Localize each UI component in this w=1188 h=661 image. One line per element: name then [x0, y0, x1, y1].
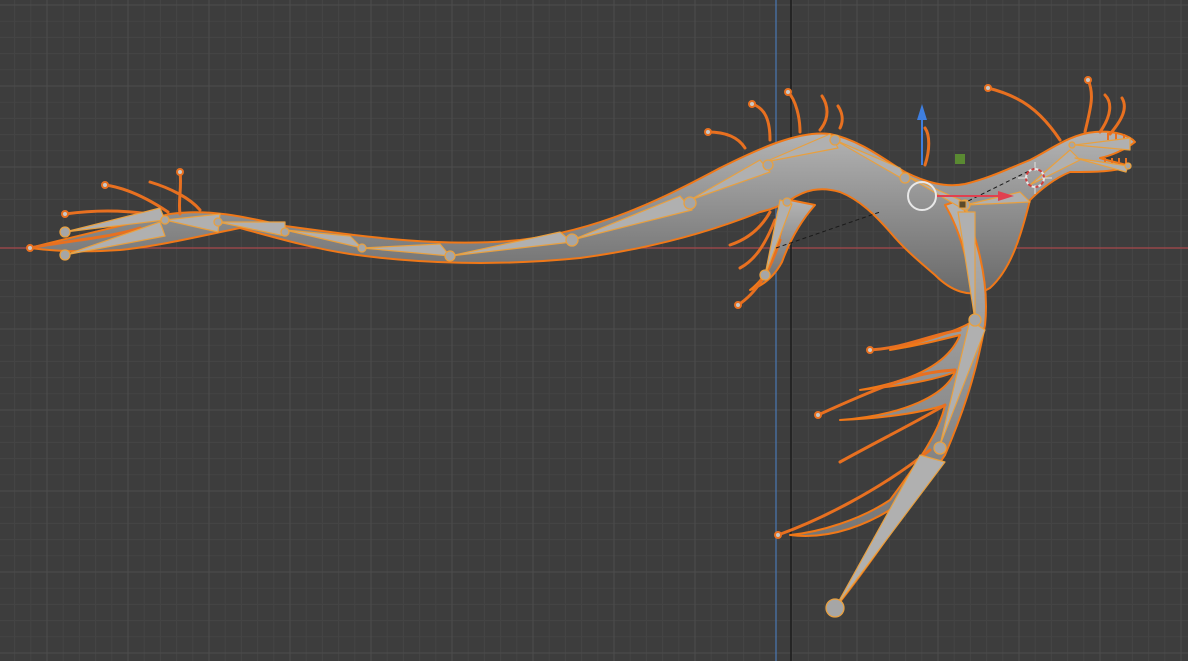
grid-minor-lines: [0, 0, 1188, 661]
square-handle-icon[interactable]: [955, 154, 965, 164]
3d-viewport[interactable]: [0, 0, 1188, 661]
viewport-canvas[interactable]: [0, 0, 1188, 661]
dragon-spikes: [28, 78, 1126, 537]
grid-major-lines: [0, 0, 1188, 661]
origin-dot-icon[interactable]: [958, 200, 967, 209]
